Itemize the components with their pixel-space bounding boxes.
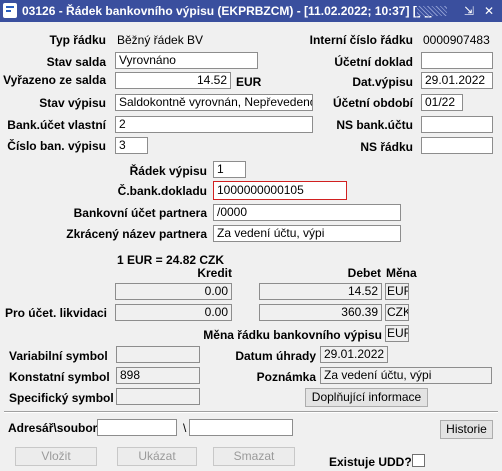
variabilni-field[interactable] [116, 346, 200, 363]
specificky-field[interactable] [116, 388, 200, 405]
app-icon [3, 3, 17, 18]
exchange-rate: 1 EUR = 24.82 CZK [117, 253, 225, 267]
vyrazeno-label: Vyřazeno ze salda [3, 73, 106, 87]
debet-header: Debet [347, 266, 381, 280]
pro-ucet-label: Pro účet. likvidaci [4, 306, 107, 320]
variabilni-label: Variabilní symbol [9, 349, 108, 363]
mena-radku-field[interactable]: EUR [385, 325, 409, 342]
ucetni-doklad-field[interactable] [421, 52, 493, 69]
datum-uhrady-label: Datum úhrady [235, 349, 316, 363]
radek-vypisu-label: Řádek výpisu [129, 164, 207, 178]
specificky-label: Specifický symbol [9, 391, 114, 405]
poznamka-field[interactable]: Za vedení účtu, výpi [320, 367, 492, 384]
zkraceny-nazev-field[interactable]: Za vedení účtu, výpi [213, 225, 401, 242]
adresar-field[interactable] [97, 419, 177, 436]
restore-icon[interactable]: ⇲ [464, 4, 474, 18]
debet-1-field[interactable]: 14.52 [259, 283, 382, 300]
ns-radku-field[interactable] [421, 137, 493, 154]
poznamka-label: Poznámka [256, 370, 316, 384]
title-pattern [417, 6, 447, 16]
konstantni-label: Konstatní symbol [9, 370, 110, 384]
vyrazeno-currency: EUR [236, 75, 262, 89]
bank-ucet-label: Bank.účet vlastní [7, 118, 106, 132]
ns-bank-uctu-field[interactable] [421, 116, 493, 133]
interni-cislo-label: Interní číslo řádku [309, 33, 413, 47]
ukazat-button[interactable]: Ukázat [117, 447, 197, 466]
mena-1-field[interactable]: EUR [385, 283, 409, 300]
mena-header: Měna [386, 266, 417, 280]
datum-uhrady-field[interactable]: 29.01.2022 [320, 346, 388, 363]
kredit-1-field[interactable]: 0.00 [115, 283, 232, 300]
c-bank-dokladu-field[interactable]: 1000000000105 [213, 181, 347, 200]
ns-bank-uctu-label: NS bank.účtu [336, 118, 413, 132]
close-icon[interactable]: ✕ [484, 4, 494, 18]
vyrazeno-field[interactable]: 14.52 [115, 72, 231, 89]
kredit-2-field[interactable]: 0.00 [115, 304, 232, 321]
cislo-vypisu-field[interactable]: 3 [115, 137, 148, 154]
stav-vypisu-label: Stav výpisu [39, 96, 106, 110]
stav-salda-field[interactable]: Vyrovnáno [115, 52, 258, 69]
path-separator: \ [183, 421, 187, 435]
title-bar: 03126 - Řádek bankovního výpisu (EKPRBZC… [0, 0, 502, 22]
dat-vypisu-label: Dat.výpisu [352, 75, 413, 89]
mena-radku-label: Měna řádku bankovního výpisu [203, 328, 382, 342]
ucetni-obdobi-field[interactable]: 01/22 [421, 94, 463, 111]
debet-2-field[interactable]: 360.39 [259, 304, 382, 321]
historie-button[interactable]: Historie [440, 420, 493, 439]
bankovni-ucet-partnera-field[interactable]: /0000 [213, 204, 401, 221]
stav-vypisu-field[interactable]: Saldokontně vyrovnán, Nepřevedeno [115, 94, 313, 111]
existuje-udd-label: Existuje UDD? [329, 455, 412, 469]
typ-radku-value: Běžný řádek BV [117, 33, 204, 47]
zkraceny-nazev-label: Zkrácený název partnera [66, 227, 207, 241]
mena-2-field[interactable]: CZK [385, 304, 409, 321]
stav-salda-label: Stav salda [46, 55, 106, 69]
vlozit-button[interactable]: Vložit [15, 447, 97, 466]
ucetni-obdobi-label: Účetní období [333, 96, 413, 110]
konstantni-field[interactable]: 898 [116, 367, 200, 384]
bank-ucet-field[interactable]: 2 [115, 116, 313, 133]
ns-radku-label: NS řádku [360, 140, 413, 154]
interni-cislo-value: 0000907483 [423, 33, 490, 47]
adresar-label: Adresář\soubor [8, 421, 98, 435]
kredit-header: Kredit [197, 266, 232, 280]
smazat-button[interactable]: Smazat [213, 447, 295, 466]
window-title: 03126 - Řádek bankovního výpisu (EKPRBZC… [22, 4, 433, 18]
existuje-udd-checkbox[interactable] [412, 454, 425, 467]
c-bank-dokladu-label: Č.bank.dokladu [117, 184, 207, 198]
bankovni-ucet-partnera-label: Bankovní účet partnera [73, 206, 207, 220]
separator [4, 411, 498, 413]
soubor-field[interactable] [189, 419, 293, 436]
doplnujici-informace-button[interactable]: Doplňující informace [305, 388, 428, 407]
radek-vypisu-field[interactable]: 1 [213, 161, 246, 178]
typ-radku-label: Typ řádku [49, 33, 106, 47]
cislo-vypisu-label: Číslo ban. výpisu [7, 139, 106, 153]
ucetni-doklad-label: Účetní doklad [334, 55, 413, 69]
dat-vypisu-field[interactable]: 29.01.2022 [421, 72, 493, 89]
